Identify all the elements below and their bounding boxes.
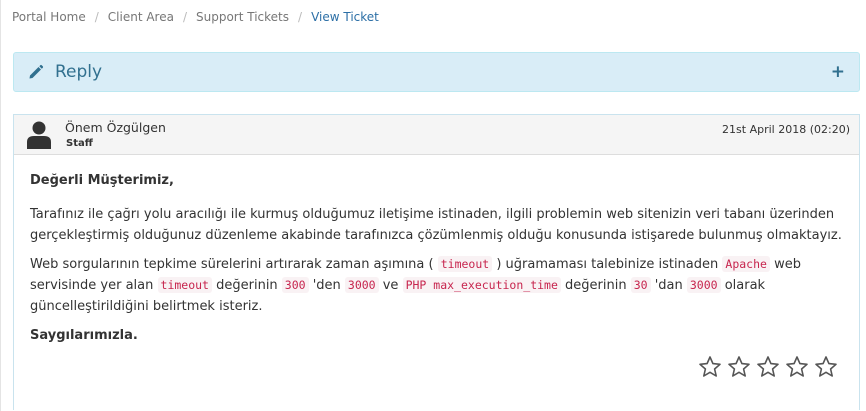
breadcrumb: Portal Home / Client Area / Support Tick… xyxy=(12,10,379,24)
text-segment: Web sorgularının tepkime sürelerini artı… xyxy=(30,257,438,272)
star-outline-icon[interactable] xyxy=(727,355,751,379)
message-paragraph: Tarafınız ile çağrı yolu aracılığı ile k… xyxy=(30,207,842,243)
inline-code: 3000 xyxy=(686,277,721,293)
message-greeting: Değerli Müşterimiz, xyxy=(30,173,174,188)
star-outline-icon[interactable] xyxy=(698,355,722,379)
reply-toggle-button[interactable]: Reply + xyxy=(13,52,860,92)
message-header: Önem Özgülgen Staff 21st April 2018 (02:… xyxy=(14,115,859,155)
text-segment: değerinin xyxy=(560,278,631,293)
breadcrumb-separator: / xyxy=(298,10,303,24)
breadcrumb-separator: / xyxy=(94,10,99,24)
message-body: Değerli Müşterimiz, Tarafınız ile çağrı … xyxy=(30,170,850,354)
breadcrumb-separator: / xyxy=(182,10,187,24)
star-outline-icon[interactable] xyxy=(814,355,838,379)
ticket-message: Önem Özgülgen Staff 21st April 2018 (02:… xyxy=(13,114,860,410)
breadcrumb-client-area[interactable]: Client Area xyxy=(108,10,174,24)
star-outline-icon[interactable] xyxy=(756,355,780,379)
message-date: 21st April 2018 (02:20) xyxy=(722,123,850,136)
text-segment: 'den xyxy=(308,278,345,293)
breadcrumb-portal-home[interactable]: Portal Home xyxy=(12,10,86,24)
inline-code: 300 xyxy=(281,277,309,293)
text-segment: ) uğramaması talebinize istinaden xyxy=(492,257,723,272)
inline-code: PHP max_execution_time xyxy=(402,277,561,293)
message-signoff: Saygılarımızla. xyxy=(30,328,138,343)
message-paragraph: Web sorgularının tepkime sürelerini artı… xyxy=(30,254,850,317)
breadcrumb-view-ticket: View Ticket xyxy=(311,10,379,24)
expand-plus-icon[interactable]: + xyxy=(831,62,845,82)
reply-label: Reply xyxy=(55,62,103,82)
left-border xyxy=(0,0,1,411)
text-segment: değerinin xyxy=(211,278,282,293)
pencil-icon xyxy=(29,64,44,79)
text-segment: 'dan xyxy=(650,278,687,293)
inline-code: 3000 xyxy=(344,277,379,293)
author-role: Staff xyxy=(66,138,93,149)
breadcrumb-support-tickets[interactable]: Support Tickets xyxy=(196,10,289,24)
inline-code: timeout xyxy=(437,256,493,272)
user-icon xyxy=(27,121,51,149)
rating-stars xyxy=(698,355,838,379)
inline-code: timeout xyxy=(157,277,212,293)
author-name: Önem Özgülgen xyxy=(65,120,166,135)
inline-code: 30 xyxy=(630,277,651,293)
text-segment: ve xyxy=(378,278,403,293)
inline-code: Apache xyxy=(722,256,770,272)
star-outline-icon[interactable] xyxy=(785,355,809,379)
